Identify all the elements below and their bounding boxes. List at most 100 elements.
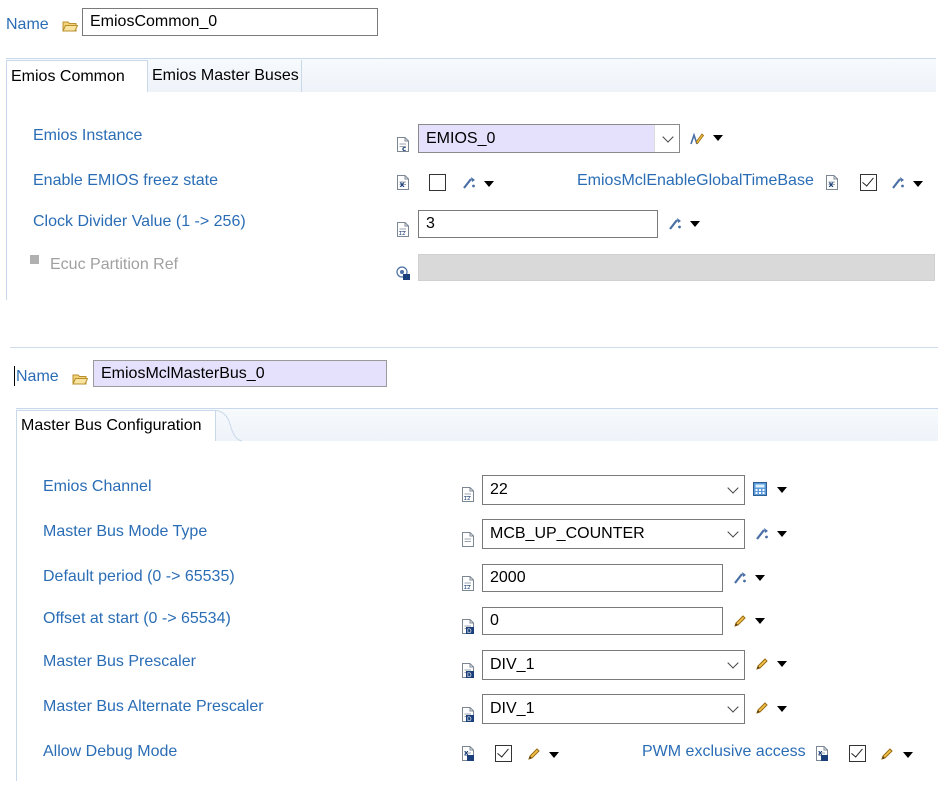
wand-icon[interactable] bbox=[462, 176, 476, 190]
clock-divider-value: 3 bbox=[426, 215, 435, 232]
document-x-icon: x bbox=[397, 175, 409, 190]
panel1-left-border bbox=[6, 92, 7, 300]
global-time-base-label: EmiosMclEnableGlobalTimeBase bbox=[577, 172, 814, 189]
name-input-value: EmiosCommon_0 bbox=[90, 13, 218, 30]
document-xd-icon: x bbox=[816, 746, 828, 761]
svg-text:c: c bbox=[402, 145, 406, 152]
clock-divider-input[interactable]: 3 bbox=[418, 210, 658, 238]
document-number-icon: 12 bbox=[397, 222, 409, 237]
panel2-left-border bbox=[16, 441, 17, 781]
tab-emios-common[interactable]: Emios Common bbox=[6, 60, 148, 92]
dropdown-arrow-icon[interactable] bbox=[777, 487, 787, 493]
document-xd-icon: x bbox=[462, 746, 474, 761]
document-icon bbox=[462, 532, 474, 547]
pwm-exclusive-label: PWM exclusive access bbox=[642, 743, 806, 760]
svg-text:x: x bbox=[829, 180, 835, 189]
mode-type-label: Master Bus Mode Type bbox=[43, 523, 208, 540]
emios-instance-value: EMIOS_0 bbox=[426, 129, 496, 147]
document-x-icon: x bbox=[826, 175, 838, 190]
text-cursor bbox=[14, 366, 15, 386]
tab-master-bus-configuration-label: Master Bus Configuration bbox=[21, 417, 202, 434]
channel-combo[interactable]: 22 bbox=[482, 475, 745, 505]
pencil-icon[interactable] bbox=[733, 614, 747, 628]
default-period-value: 2000 bbox=[490, 569, 526, 586]
offset-start-label: Offset at start (0 -> 65534) bbox=[43, 610, 231, 627]
debug-mode-checkbox[interactable] bbox=[495, 745, 512, 762]
svg-text:D: D bbox=[467, 628, 472, 634]
dropdown-arrow-icon[interactable] bbox=[777, 706, 787, 712]
reference-icon bbox=[396, 266, 410, 280]
alt-prescaler-value: DIV_1 bbox=[490, 700, 535, 717]
svg-text:12: 12 bbox=[464, 496, 471, 502]
offset-start-input[interactable]: 0 bbox=[482, 607, 723, 635]
name-input-2-value: EmiosMclMasterBus_0 bbox=[101, 364, 265, 382]
pwm-exclusive-checkbox[interactable] bbox=[849, 745, 866, 762]
clock-divider-label: Clock Divider Value (1 -> 256) bbox=[33, 213, 246, 230]
dropdown-arrow-icon[interactable] bbox=[755, 575, 765, 581]
dropdown-arrow-icon[interactable] bbox=[913, 181, 923, 187]
pencil-a-icon[interactable] bbox=[690, 131, 704, 145]
tab-emios-master-buses-label: Emios Master Buses bbox=[152, 67, 299, 84]
offset-start-value: 0 bbox=[490, 612, 499, 629]
document-number-icon: 12 bbox=[462, 487, 474, 502]
channel-value: 22 bbox=[490, 481, 508, 498]
emios-instance-label: Emios Instance bbox=[33, 127, 143, 144]
mode-type-combo[interactable]: MCB_UP_COUNTER bbox=[482, 519, 745, 549]
wand-icon[interactable] bbox=[668, 217, 682, 231]
name-input[interactable]: EmiosCommon_0 bbox=[82, 8, 378, 36]
dropdown-arrow-icon[interactable] bbox=[777, 661, 787, 667]
prescaler-label: Master Bus Prescaler bbox=[43, 653, 196, 670]
default-period-label: Default period (0 -> 65535) bbox=[43, 568, 235, 585]
wand-icon[interactable] bbox=[891, 176, 905, 190]
partition-ref-field bbox=[418, 254, 935, 281]
chevron-down-icon bbox=[727, 482, 739, 494]
bullet-square-icon bbox=[30, 255, 39, 264]
document-c-icon: c bbox=[397, 137, 409, 152]
dropdown-arrow-icon[interactable] bbox=[484, 181, 494, 187]
alt-prescaler-label: Master Bus Alternate Prescaler bbox=[43, 698, 264, 715]
debug-mode-label: Allow Debug Mode bbox=[43, 743, 178, 760]
dropdown-arrow-icon[interactable] bbox=[903, 752, 913, 758]
panel-separator bbox=[10, 347, 938, 348]
dropdown-arrow-icon[interactable] bbox=[777, 531, 787, 537]
tab-emios-master-buses[interactable]: Emios Master Buses bbox=[152, 60, 302, 92]
pencil-icon[interactable] bbox=[527, 747, 541, 761]
emios-instance-combo[interactable]: EMIOS_0 bbox=[418, 124, 680, 153]
name-input-2[interactable]: EmiosMclMasterBus_0 bbox=[93, 360, 387, 387]
mode-type-value: MCB_UP_COUNTER bbox=[490, 525, 645, 542]
svg-text:D: D bbox=[467, 672, 472, 678]
dropdown-arrow-icon[interactable] bbox=[713, 135, 723, 141]
folder-icon bbox=[62, 20, 78, 32]
dropdown-arrow-icon[interactable] bbox=[549, 752, 559, 758]
folder-icon bbox=[72, 373, 88, 385]
chevron-down-icon bbox=[727, 657, 739, 669]
pencil-icon[interactable] bbox=[755, 657, 769, 671]
document-number-icon: 12 bbox=[462, 576, 474, 591]
document-d-icon: D bbox=[462, 619, 474, 634]
wand-icon[interactable] bbox=[755, 527, 769, 541]
document-d-icon: D bbox=[462, 707, 474, 722]
svg-text:D: D bbox=[467, 716, 472, 722]
name-label: Name bbox=[6, 16, 49, 33]
freeze-state-label: Enable EMIOS freez state bbox=[33, 172, 218, 189]
chevron-down-icon bbox=[727, 526, 739, 538]
dropdown-arrow-icon[interactable] bbox=[755, 618, 765, 624]
freeze-state-checkbox[interactable] bbox=[429, 174, 446, 191]
dropdown-arrow-icon[interactable] bbox=[690, 221, 700, 227]
channel-label: Emios Channel bbox=[43, 478, 152, 495]
svg-text:x: x bbox=[400, 180, 406, 189]
partition-ref-label: Ecuc Partition Ref bbox=[50, 256, 179, 273]
calculator-icon[interactable] bbox=[753, 482, 767, 496]
global-time-base-checkbox[interactable] bbox=[860, 174, 877, 191]
default-period-input[interactable]: 2000 bbox=[482, 564, 723, 592]
tab-master-bus-configuration[interactable]: Master Bus Configuration bbox=[16, 410, 216, 441]
wand-icon[interactable] bbox=[733, 571, 747, 585]
prescaler-value: DIV_1 bbox=[490, 656, 535, 673]
svg-text:12: 12 bbox=[464, 585, 471, 591]
document-d-icon: D bbox=[462, 663, 474, 678]
name-label-2: Name bbox=[16, 368, 59, 385]
prescaler-combo[interactable]: DIV_1 bbox=[482, 650, 745, 680]
alt-prescaler-combo[interactable]: DIV_1 bbox=[482, 694, 745, 724]
pencil-icon[interactable] bbox=[880, 747, 894, 761]
pencil-icon[interactable] bbox=[755, 701, 769, 715]
